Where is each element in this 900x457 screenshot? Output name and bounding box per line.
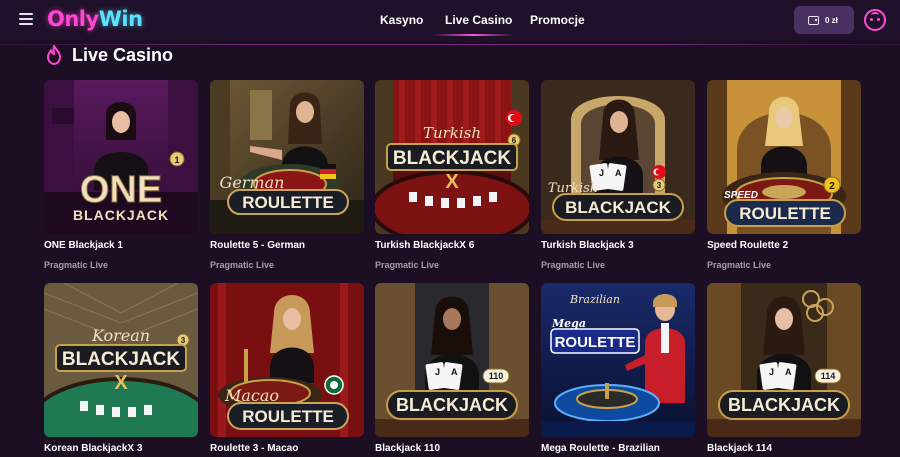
game-card[interactable]: German ROULETTE Roulette 5 - German Prag… [210, 80, 364, 270]
game-provider: Pragmatic Live [541, 260, 606, 270]
svg-text:J: J [599, 168, 604, 178]
art-badge-text: 1 [174, 155, 179, 165]
game-card[interactable]: J A 3 Turkish BLACKJACK Turkish Blackjac… [541, 80, 695, 270]
wallet-icon [808, 15, 819, 25]
game-thumbnail[interactable]: J A 110 BLACKJACK [375, 283, 529, 437]
game-title[interactable]: Korean BlackjackX 3 [44, 443, 142, 454]
art-badge-text: 3 [657, 181, 662, 190]
game-thumbnail[interactable]: J A 114 BLACKJACK [707, 283, 861, 437]
art-script-text: Korean [91, 326, 150, 345]
game-card[interactable]: 6 Turkish BLACKJACK X Turkish BlackjackX… [375, 80, 529, 270]
game-title[interactable]: Blackjack 114 [707, 443, 772, 454]
game-thumbnail[interactable]: Macao ROULETTE [210, 283, 364, 437]
art-bottom-text: BLACKJACK [728, 395, 840, 415]
game-card[interactable]: Brazilian Mega ROULETTE Mega Roulette - … [541, 283, 695, 454]
game-provider: Pragmatic Live [375, 260, 440, 270]
logo-only-text: Only [47, 7, 99, 31]
art-x-text: X [114, 372, 128, 394]
game-thumbnail[interactable]: 2 SPEED ROULETTE [707, 80, 861, 234]
game-provider: Pragmatic Live [707, 260, 772, 270]
art-main-text: BLACKJACK [62, 349, 181, 370]
art-bottom-text: BLACKJACK [396, 395, 508, 415]
game-card[interactable]: J A 114 BLACKJACK Blackjack 114 [707, 283, 861, 454]
game-card[interactable]: 2 SPEED ROULETTE Speed Roulette 2 Pragma… [707, 80, 861, 270]
game-card[interactable]: ONE BLACKJACK 1 ONE Blackjack 1 Pragmati… [44, 80, 198, 270]
game-provider: Pragmatic Live [210, 260, 275, 270]
section-title: Live Casino [72, 45, 174, 65]
nav-kasyno[interactable]: Kasyno [380, 0, 423, 40]
game-thumbnail[interactable]: 6 Turkish BLACKJACK X [375, 80, 529, 234]
user-face-icon[interactable] [864, 9, 886, 31]
art-badge-text: 114 [821, 371, 836, 381]
game-card[interactable]: Macao ROULETTE Roulette 3 - Macao [210, 283, 364, 454]
game-thumbnail[interactable]: German ROULETTE [210, 80, 364, 234]
logo-win-text: Win [98, 7, 143, 31]
game-provider: Pragmatic Live [44, 260, 109, 270]
svg-text:A: A [785, 367, 792, 377]
svg-text:J: J [769, 367, 774, 377]
game-title[interactable]: Mega Roulette - Brazilian [541, 443, 660, 454]
svg-text:A: A [615, 168, 622, 178]
wallet-button[interactable]: 0 zł [794, 6, 854, 34]
game-thumbnail[interactable]: Brazilian Mega ROULETTE [541, 283, 695, 437]
game-title[interactable]: Blackjack 110 [375, 443, 440, 454]
svg-text:A: A [451, 367, 458, 377]
game-title[interactable]: Speed Roulette 2 [707, 240, 788, 251]
game-thumbnail[interactable]: ONE BLACKJACK 1 [44, 80, 198, 234]
nav-promocje[interactable]: Promocje [530, 0, 585, 40]
game-title[interactable]: Turkish Blackjack 3 [541, 240, 634, 251]
art-badge-text: 2 [829, 181, 835, 192]
art-main-text: BLACKJACK [393, 148, 512, 169]
art-x-text: X [445, 171, 459, 193]
game-thumbnail[interactable]: J A 3 Turkish BLACKJACK [541, 80, 695, 234]
wallet-balance: 0 zł [825, 15, 838, 25]
art-script-text: Turkish [423, 124, 481, 142]
game-title[interactable]: Roulette 3 - Macao [210, 443, 298, 454]
game-thumbnail[interactable]: 3 Korean BLACKJACK X [44, 283, 198, 437]
art-bottom-text: ROULETTE [242, 407, 334, 426]
nav-active-indicator [432, 34, 514, 36]
game-title[interactable]: Roulette 5 - German [210, 240, 305, 251]
flame-icon [47, 45, 61, 65]
art-badge-text: 110 [489, 371, 504, 381]
art-script-text: Brazilian [569, 293, 620, 306]
art-badge-text: 3 [181, 336, 186, 345]
art-mega-text: Mega [551, 317, 586, 330]
art-bottom-text: ROULETTE [242, 193, 334, 212]
top-header: OnlyWin Kasyno Live Casino Promocje 0 zł [0, 0, 900, 40]
game-card[interactable]: 3 Korean BLACKJACK X Korean BlackjackX 3 [44, 283, 198, 454]
game-title[interactable]: Turkish BlackjackX 6 [375, 240, 474, 251]
art-top-text: ONE [80, 169, 162, 211]
hamburger-icon[interactable] [19, 13, 33, 25]
game-card[interactable]: J A 110 BLACKJACK Blackjack 110 [375, 283, 529, 454]
logo[interactable]: OnlyWin [47, 5, 143, 33]
game-title[interactable]: ONE Blackjack 1 [44, 240, 123, 251]
art-bottom-text: BLACKJACK [73, 207, 169, 223]
svg-text:J: J [435, 367, 440, 377]
art-bottom-text: BLACKJACK [565, 198, 672, 217]
art-main-text: ROULETTE [555, 334, 636, 351]
art-bottom-text: ROULETTE [739, 204, 831, 223]
